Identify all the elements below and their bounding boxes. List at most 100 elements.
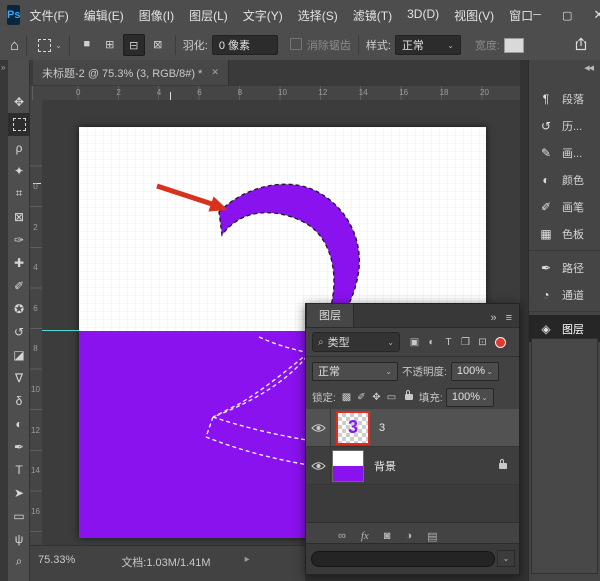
eraser-tool[interactable]: ◪ xyxy=(8,343,30,366)
brush-tool[interactable]: ✐ xyxy=(8,274,30,297)
new-group-icon[interactable]: ▤ xyxy=(427,530,437,543)
lock-transparency-icon[interactable]: ▩ xyxy=(339,392,354,403)
add-selection-icon[interactable]: ⊞ xyxy=(100,34,120,54)
annotation-arrow-head xyxy=(208,197,228,212)
feather-input[interactable]: 0 像素 xyxy=(212,35,278,55)
layer-row-3[interactable]: 3 3 xyxy=(306,409,519,447)
lock-artboard-icon[interactable]: ▭ xyxy=(384,392,399,403)
pixel-layer-filter-icon[interactable]: ▣ xyxy=(406,337,423,348)
type-tool[interactable]: T xyxy=(8,458,30,481)
link-layers-icon[interactable]: ∞ xyxy=(338,530,346,542)
opacity-field[interactable]: 100% ⌄ xyxy=(451,362,499,381)
dock-item-swatches[interactable]: ▦色板 xyxy=(529,220,600,247)
lasso-tool[interactable]: ρ xyxy=(8,136,30,159)
maximize-button[interactable]: ▢ xyxy=(562,9,572,22)
scroll-down-button[interactable]: ⌄ xyxy=(497,550,515,567)
hand-tool[interactable]: ψ xyxy=(8,527,30,550)
layer-thumbnail-3[interactable]: 3 xyxy=(336,411,370,445)
menu-item[interactable]: 3D(D) xyxy=(407,7,439,24)
toolbar-collapse-icon[interactable]: » xyxy=(1,63,4,72)
ruler-tick-label: 0 xyxy=(76,88,80,97)
fill-field[interactable]: 100% ⌄ xyxy=(446,388,494,407)
lock-all-icon[interactable] xyxy=(405,394,413,400)
dock-item-label: 历... xyxy=(562,118,582,134)
smart-object-filter-icon[interactable]: ⊡ xyxy=(474,337,491,348)
dock-item-paths[interactable]: ✒路径 xyxy=(529,254,600,281)
layer-mask-icon[interactable]: ◙ xyxy=(384,530,391,542)
dock-item-paragraph[interactable]: ¶段落 xyxy=(529,85,600,112)
dock-item-brush-settings[interactable]: ✎画... xyxy=(529,139,600,166)
visibility-toggle[interactable] xyxy=(306,447,331,484)
gradient-tool[interactable]: ∇ xyxy=(8,366,30,389)
dock-empty-panel xyxy=(531,338,598,574)
close-button[interactable]: ✕ xyxy=(593,7,600,23)
layer-thumbnail-background[interactable] xyxy=(332,450,364,482)
new-selection-icon[interactable]: ■ xyxy=(77,34,97,54)
subtract-selection-icon[interactable]: ⊟ xyxy=(123,34,145,56)
menu-item[interactable]: 文件(F) xyxy=(29,7,68,24)
filter-toggle-icon[interactable] xyxy=(495,337,506,348)
dock-collapse-icon[interactable]: ◀◀ xyxy=(584,64,593,72)
adjustment-layer-icon[interactable]: ◑ xyxy=(405,530,412,542)
eyedropper-tool[interactable]: ✑ xyxy=(8,228,30,251)
blur-tool[interactable]: δ xyxy=(8,389,30,412)
layer-name[interactable]: 3 xyxy=(379,422,385,434)
menu-item[interactable]: 窗口 xyxy=(509,7,533,24)
lock-position-icon[interactable]: ✥ xyxy=(369,392,384,403)
dock-item-brushes[interactable]: ✐画笔 xyxy=(529,193,600,220)
layer-row-background[interactable]: 背景 xyxy=(306,447,519,485)
crop-tool[interactable]: ⌗ xyxy=(8,182,30,205)
blend-mode-dropdown[interactable]: 正常 ⌄ xyxy=(312,362,398,381)
path-select-tool[interactable]: ➤ xyxy=(8,481,30,504)
width-input[interactable] xyxy=(504,38,524,53)
menu-item[interactable]: 图像(I) xyxy=(139,7,174,24)
visibility-toggle[interactable] xyxy=(306,409,331,446)
lock-paint-icon[interactable]: ✐ xyxy=(354,392,369,403)
minimize-button[interactable]: ─ xyxy=(533,9,541,21)
dock-item-color[interactable]: ◐颜色 xyxy=(529,166,600,193)
ruler-tick-label: 6 xyxy=(197,88,201,97)
style-dropdown[interactable]: 正常 ⌄ xyxy=(395,35,461,55)
home-icon[interactable]: ⌂ xyxy=(10,37,19,54)
top-ruler[interactable]: 02468101214161820 xyxy=(30,86,520,101)
move-tool[interactable]: ✥ xyxy=(8,90,30,113)
layer-filter-dropdown[interactable]: ⌕ 类型 ⌄ xyxy=(312,332,400,352)
menu-item[interactable]: 选择(S) xyxy=(298,7,338,24)
panel-collapse-icon[interactable]: » xyxy=(490,312,496,324)
clone-stamp-tool[interactable]: ✪ xyxy=(8,297,30,320)
frame-tool[interactable]: ⊠ xyxy=(8,205,30,228)
adjustment-layer-filter-icon[interactable]: ◐ xyxy=(423,337,440,348)
document-tab[interactable]: 未标题-2 @ 75.3% (3, RGB/8#) * ✕ xyxy=(33,60,229,85)
panel-scrollbar[interactable] xyxy=(311,551,495,567)
pen-tool[interactable]: ✒ xyxy=(8,435,30,458)
menu-item[interactable]: 视图(V) xyxy=(454,7,494,24)
share-icon[interactable] xyxy=(574,37,588,54)
layer-style-icon[interactable]: fx xyxy=(361,530,369,542)
dock-item-history[interactable]: ↺历... xyxy=(529,112,600,139)
lock-row: 锁定: ▩✐✥▭ 填充: 100% ⌄ xyxy=(306,385,519,409)
panel-menu-icon[interactable]: ≡ xyxy=(506,312,512,324)
menu-item[interactable]: 滤镜(T) xyxy=(353,7,392,24)
healing-brush-tool[interactable]: ✚ xyxy=(8,251,30,274)
tab-close-icon[interactable]: ✕ xyxy=(211,67,219,78)
history-brush-tool[interactable]: ↺ xyxy=(8,320,30,343)
type-layer-filter-icon[interactable]: T xyxy=(440,337,457,348)
intersect-selection-icon[interactable]: ⊠ xyxy=(148,34,168,54)
shape-layer-filter-icon[interactable]: ❒ xyxy=(457,337,474,348)
rect-marquee-tool[interactable] xyxy=(8,113,30,136)
tool-preset-button[interactable]: ⌄ xyxy=(38,39,62,52)
menu-item[interactable]: 编辑(E) xyxy=(84,7,124,24)
menu-item[interactable]: 文字(Y) xyxy=(243,7,283,24)
menu-item[interactable]: 图层(L) xyxy=(189,7,228,24)
zoom-tool[interactable]: ⌕ xyxy=(8,550,30,573)
shape-tool[interactable]: ▭ xyxy=(8,504,30,527)
magic-wand-tool[interactable]: ✦ xyxy=(8,159,30,182)
dodge-tool[interactable]: ◐ xyxy=(8,412,30,435)
color-icon: ◐ xyxy=(538,173,554,187)
layers-panel-tab[interactable]: 图层 xyxy=(306,303,354,327)
paragraph-icon: ¶ xyxy=(538,92,554,106)
zoom-level-field[interactable]: 75.33% xyxy=(38,554,75,566)
dock-item-channels[interactable]: ◔通道 xyxy=(529,281,600,308)
layer-name[interactable]: 背景 xyxy=(374,458,396,474)
status-expand-icon[interactable]: ▸ xyxy=(245,554,250,565)
